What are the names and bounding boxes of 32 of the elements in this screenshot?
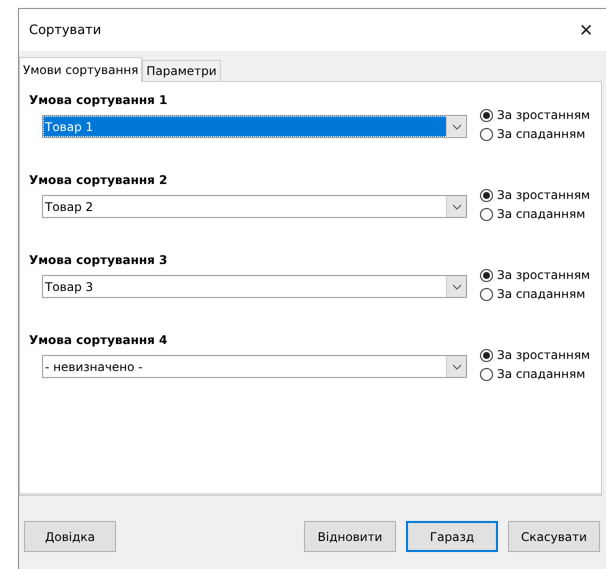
radio-label[interactable]: За зростанням (497, 108, 590, 122)
radio-button[interactable] (480, 108, 493, 122)
tab[interactable]: Умови сортування (19, 57, 142, 82)
radio-label[interactable]: За спаданням (497, 287, 586, 301)
radio-label[interactable]: За спаданням (497, 127, 586, 141)
section-heading: Умова сортування 2 (29, 173, 168, 187)
dialog-button[interactable]: Гаразд (406, 521, 498, 552)
section-heading: Умова сортування 4 (29, 333, 168, 347)
radio-button[interactable] (480, 368, 493, 380)
dialog-button[interactable]: Довідка (24, 521, 116, 552)
radio-button[interactable] (480, 208, 493, 220)
radio-button[interactable] (480, 128, 493, 140)
section-heading: Умова сортування 1 (29, 93, 168, 107)
radio-label[interactable]: За спаданням (497, 207, 586, 221)
dialog-button[interactable]: Скасувати (508, 521, 600, 552)
radio-button[interactable] (480, 268, 493, 282)
dropdown[interactable]: Товар 1 (42, 115, 467, 138)
tab[interactable]: Параметри (142, 60, 221, 81)
radio-button[interactable] (480, 288, 493, 300)
radio-button[interactable] (480, 348, 493, 362)
radio-label[interactable]: За зростанням (497, 348, 590, 362)
dropdown[interactable]: Товар 2 (42, 195, 467, 218)
dialog-button[interactable]: Відновити (304, 521, 396, 552)
radio-label[interactable]: За зростанням (497, 268, 590, 282)
window-title: Сортувати (29, 22, 102, 38)
close-button[interactable]: ✕ (566, 10, 606, 50)
radio-button[interactable] (480, 188, 493, 202)
radio-label[interactable]: За спаданням (497, 367, 586, 381)
radio-label[interactable]: За зростанням (497, 188, 590, 202)
dropdown[interactable]: - невизначено - (42, 355, 467, 378)
dropdown[interactable]: Товар 3 (42, 275, 467, 298)
section-heading: Умова сортування 3 (29, 253, 168, 267)
